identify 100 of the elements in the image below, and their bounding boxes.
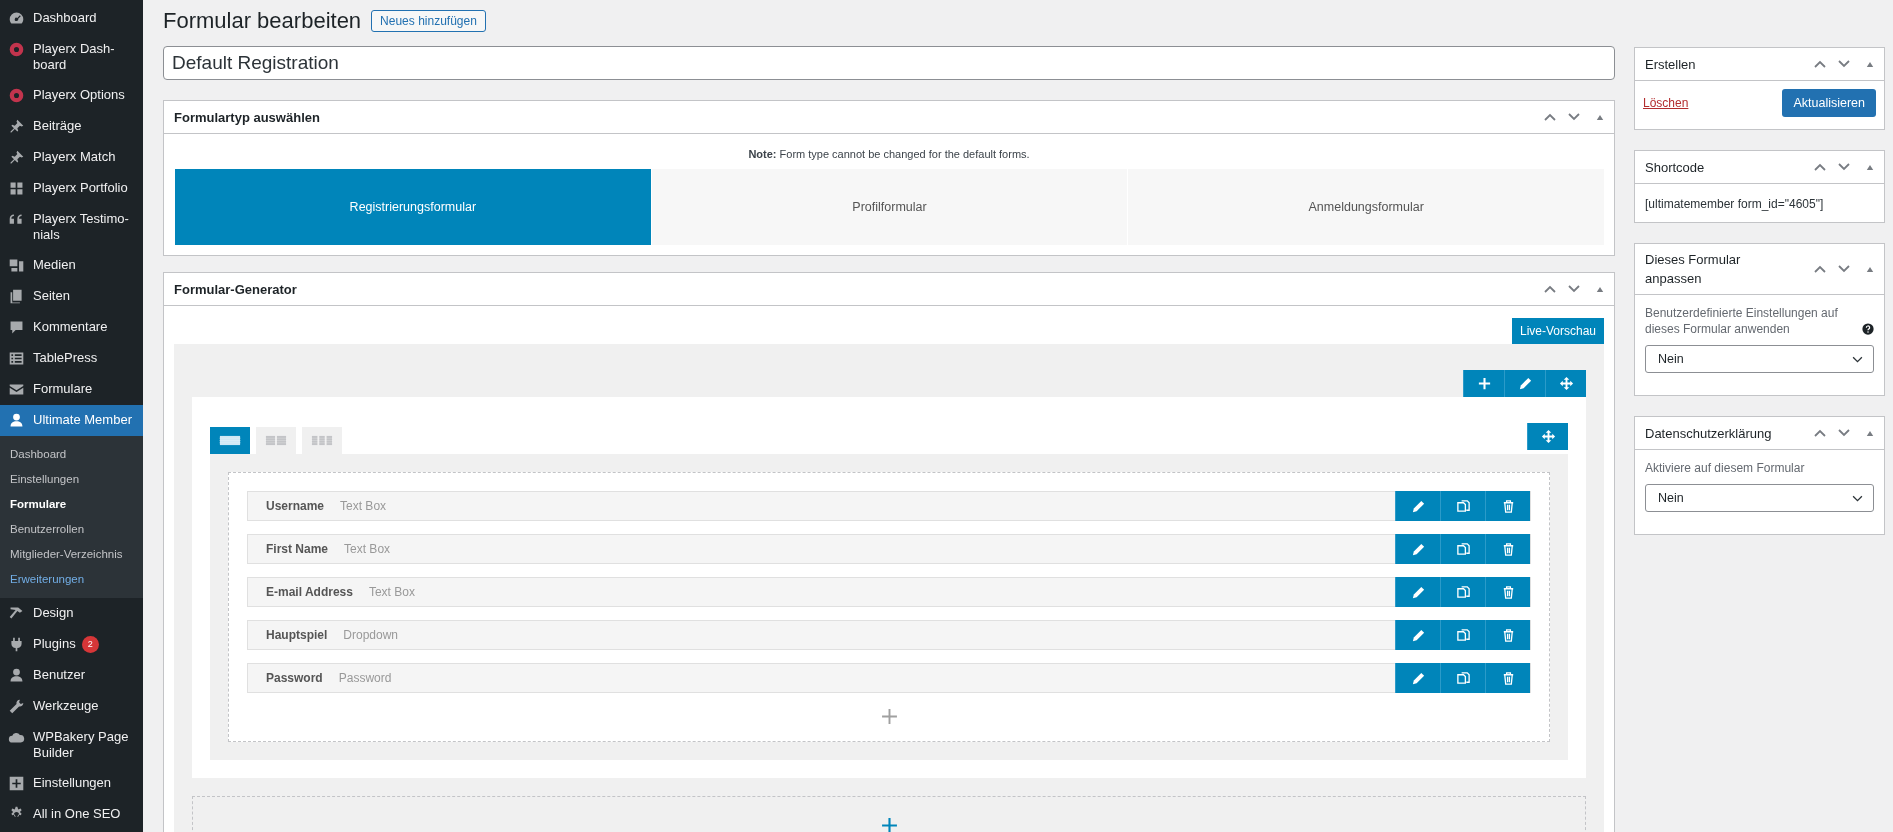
duplicate-button[interactable]: [1440, 577, 1485, 607]
edit-button[interactable]: [1395, 577, 1440, 607]
plus-icon: [1476, 376, 1492, 391]
sidebar-menu-item[interactable]: Beiträge: [0, 111, 143, 142]
edit-button[interactable]: [1395, 491, 1440, 521]
chevron-down-icon: [1852, 494, 1863, 502]
help-icon[interactable]: [1862, 323, 1874, 335]
update-button[interactable]: Aktualisieren: [1782, 89, 1876, 117]
copy-icon: [1455, 498, 1471, 514]
box-title: Datenschutzerklärung: [1645, 424, 1772, 443]
pencil-icon: [1410, 627, 1426, 643]
grid-icon: [8, 180, 25, 197]
triangle-icon[interactable]: [1596, 113, 1604, 121]
sidebar-menu-item[interactable]: Design: [0, 598, 143, 629]
table-icon: [8, 350, 25, 367]
columns-icon: [311, 435, 333, 446]
sidebar-menu-item[interactable]: Playerx Portfolio: [0, 173, 143, 204]
pencil-icon: [1410, 498, 1426, 514]
pages-icon: [8, 288, 25, 305]
envelope-icon: [8, 381, 25, 398]
form-type-option[interactable]: Profilformular: [650, 169, 1128, 245]
column-layout-tab[interactable]: [210, 427, 250, 454]
field-type: Dropdown: [343, 628, 400, 642]
ring-icon: [8, 87, 25, 104]
select-field[interactable]: Nein: [1645, 345, 1874, 373]
move-button[interactable]: [1545, 370, 1586, 397]
update-count-badge: 2: [81, 636, 99, 653]
edit-button[interactable]: [1395, 534, 1440, 564]
person-icon: [8, 667, 25, 684]
pin-icon: [8, 118, 25, 135]
delete-button[interactable]: [1485, 620, 1530, 650]
add-button[interactable]: [1463, 370, 1504, 397]
field-label: Username: [266, 499, 325, 513]
add-row-icon[interactable]: [880, 817, 898, 832]
field-type: Text Box: [340, 499, 388, 513]
box-title: Erstellen: [1645, 55, 1696, 74]
delete-button[interactable]: [1485, 663, 1530, 693]
submenu-item[interactable]: Mitglieder-Verzeichnis: [0, 542, 143, 567]
submenu-item[interactable]: Erweiterungen: [0, 567, 143, 592]
pencil-icon: [1410, 584, 1426, 600]
sidebar-menu-item[interactable]: Playerx Dash- board: [0, 34, 143, 80]
move-icon: [1540, 429, 1556, 444]
triangle-icon[interactable]: [1866, 163, 1874, 171]
sidebar-menu-item[interactable]: Einstellungen: [0, 768, 143, 799]
delete-button[interactable]: [1485, 577, 1530, 607]
sidebar-menu-item[interactable]: Seiten: [0, 281, 143, 312]
sidebar-menu-item[interactable]: Kommentare: [0, 312, 143, 343]
box-title: Shortcode: [1645, 158, 1705, 177]
add-field-icon[interactable]: [880, 708, 898, 725]
field-label: E-mail Address: [266, 585, 353, 599]
move-button[interactable]: [1527, 423, 1568, 450]
form-title-field[interactable]: Default Registration: [163, 46, 1615, 80]
triangle-icon[interactable]: [1596, 285, 1604, 293]
speech-bubble-icon: [8, 319, 25, 336]
sidebar-menu-item[interactable]: Playerx Match: [0, 142, 143, 173]
sidebar-menu-item[interactable]: TablePress: [0, 343, 143, 374]
sidebar-menu-item[interactable]: Werkzeuge: [0, 691, 143, 722]
submenu-item[interactable]: Einstellungen: [0, 467, 143, 492]
live-preview-button[interactable]: Live-Vorschau: [1511, 318, 1604, 344]
sidebar-menu-item[interactable]: Medien: [0, 250, 143, 281]
submenu-item[interactable]: Dashboard: [0, 442, 143, 467]
sidebar-menu-item[interactable]: Ultimate Member: [0, 405, 143, 436]
submenu-item[interactable]: Formulare: [0, 492, 143, 517]
box-title: Dieses Formular anpassen: [1645, 251, 1742, 288]
box-title: Formular-Generator: [174, 281, 297, 297]
sidebar-menu-item[interactable]: All in One SEO: [0, 799, 143, 830]
triangle-icon[interactable]: [1866, 265, 1874, 273]
delete-button[interactable]: [1485, 534, 1530, 564]
delete-button[interactable]: [1485, 491, 1530, 521]
sidebar-menu-item[interactable]: Dashboard: [0, 3, 143, 34]
sidebar-menu-item[interactable]: Benutzer: [0, 660, 143, 691]
submenu-item[interactable]: Benutzerrollen: [0, 517, 143, 542]
ring-icon: [8, 41, 25, 58]
form-type-option[interactable]: Anmeldungsformular: [1127, 169, 1604, 245]
person-icon: [8, 412, 25, 429]
copy-icon: [1455, 627, 1471, 643]
edit-button[interactable]: [1504, 370, 1545, 397]
copy-icon: [1455, 670, 1471, 686]
duplicate-button[interactable]: [1440, 663, 1485, 693]
setting-description: Benutzerdefinierte Einstellungen auf dieses Formular anwenden: [1645, 305, 1839, 337]
pencil-icon: [1410, 541, 1426, 557]
edit-button[interactable]: [1395, 663, 1440, 693]
add-new-button[interactable]: Neues hinzufügen: [371, 10, 486, 32]
triangle-icon[interactable]: [1866, 60, 1874, 68]
edit-button[interactable]: [1395, 620, 1440, 650]
duplicate-button[interactable]: [1440, 620, 1485, 650]
select-field[interactable]: Nein: [1645, 484, 1874, 512]
sidebar-menu-item[interactable]: Playerx Testimo- nials: [0, 204, 143, 250]
form-type-option[interactable]: Registrierungsformular: [174, 169, 651, 245]
sidebar-menu-item[interactable]: Playerx Options: [0, 80, 143, 111]
delete-link[interactable]: Löschen: [1643, 96, 1689, 110]
sidebar-menu-item[interactable]: Formulare: [0, 374, 143, 405]
sidebar-menu-item[interactable]: WPBakery Page Builder: [0, 722, 143, 768]
media-icon: [8, 257, 25, 274]
triangle-icon[interactable]: [1866, 429, 1874, 437]
duplicate-button[interactable]: [1440, 534, 1485, 564]
columns-icon: [265, 435, 287, 446]
duplicate-button[interactable]: [1440, 491, 1485, 521]
sidebar-menu-item[interactable]: Plugins 2: [0, 629, 143, 660]
shortcode-text: [ultimatemember form_id="4605"]: [1645, 197, 1824, 211]
